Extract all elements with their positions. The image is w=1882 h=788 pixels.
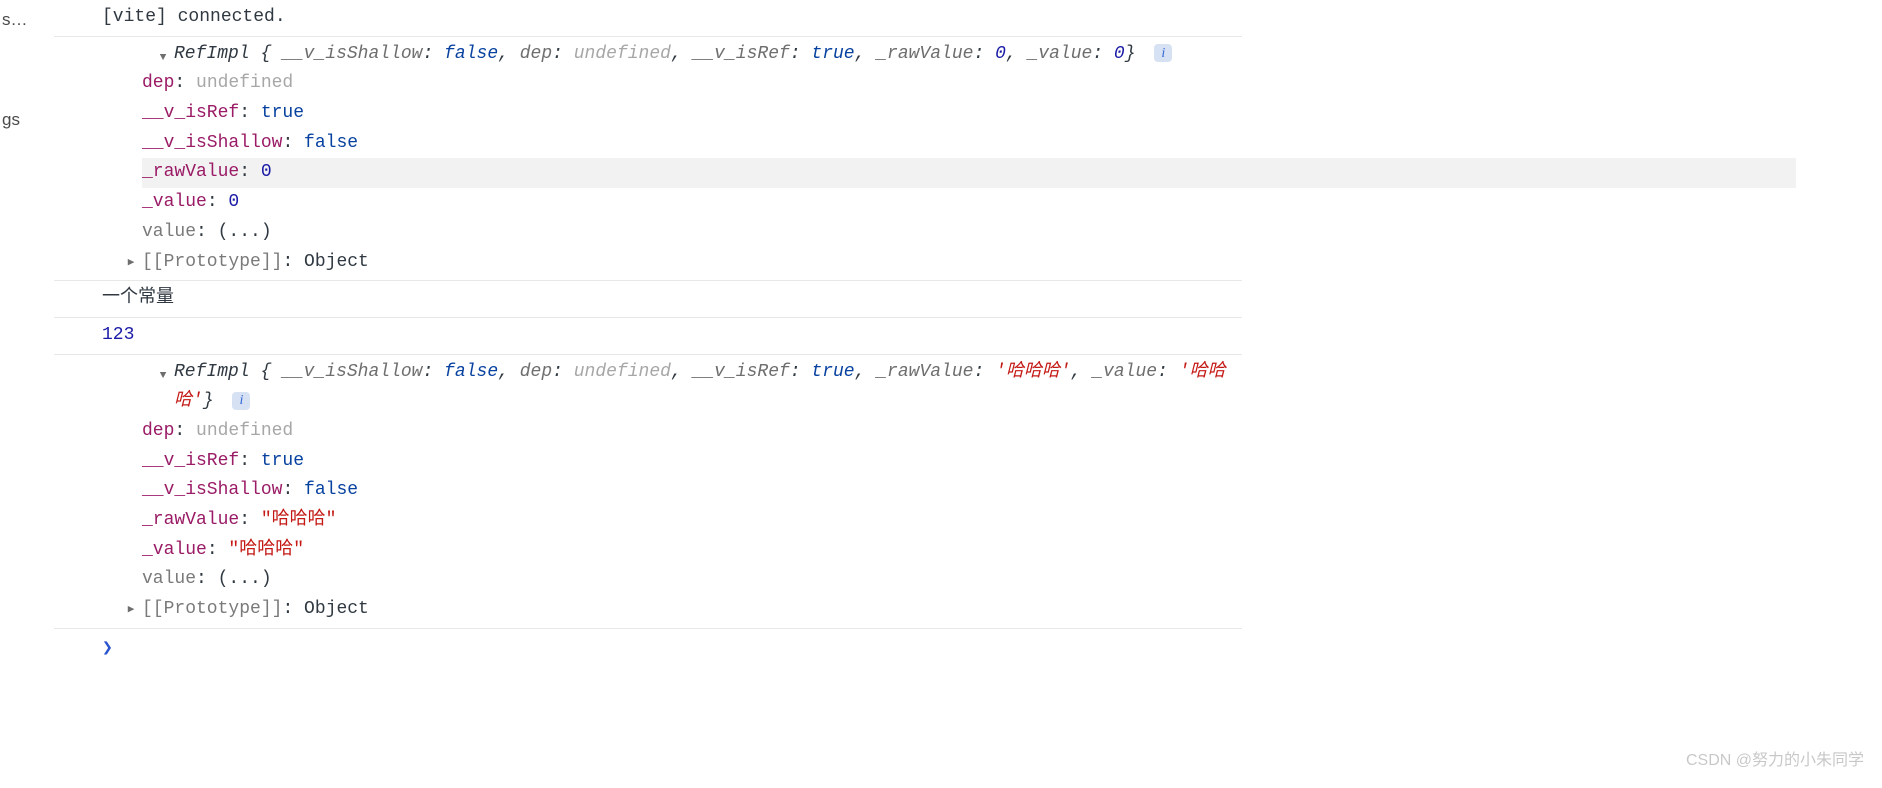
prototype-row[interactable]: [[Prototype]]: Object — [142, 248, 1236, 278]
object-properties: dep: undefined __v_isRef: true __v_isSha… — [102, 69, 1236, 277]
info-icon[interactable]: i — [232, 392, 250, 410]
source-label-2: gs — [0, 104, 54, 136]
property-row[interactable]: dep: undefined — [142, 69, 1236, 99]
log-text: [vite] connected. — [102, 7, 286, 27]
prompt-chevron-icon: ❯ — [102, 639, 113, 659]
property-row[interactable]: __v_isRef: true — [142, 447, 1236, 477]
property-row[interactable]: __v_isShallow: false — [142, 476, 1236, 506]
console-object-row[interactable]: RefImpl { __v_isShallow: false, dep: und… — [54, 36, 1242, 281]
object-class-name: RefImpl — [174, 44, 250, 64]
property-row[interactable]: _value: 0 — [142, 188, 1236, 218]
log-text: 一个常量 — [102, 288, 174, 308]
object-class-name: RefImpl — [174, 362, 250, 382]
brace-open: { — [260, 362, 271, 382]
expand-toggle-icon[interactable] — [156, 49, 170, 67]
console-log-row[interactable]: 123 — [54, 317, 1242, 354]
brace-open: { — [260, 44, 271, 64]
brace-close: } — [1125, 44, 1136, 64]
expand-toggle-icon[interactable] — [124, 601, 138, 619]
console-log-row[interactable]: [vite] connected. — [54, 0, 1242, 36]
log-number: 123 — [102, 325, 134, 345]
property-row[interactable]: __v_isRef: true — [142, 99, 1236, 129]
property-row-getter[interactable]: value: (...) — [142, 218, 1236, 248]
object-summary[interactable]: RefImpl { __v_isShallow: false, dep: und… — [102, 40, 1236, 70]
info-icon[interactable]: i — [1154, 44, 1172, 62]
expand-toggle-icon[interactable] — [156, 367, 170, 385]
property-row[interactable]: dep: undefined — [142, 417, 1236, 447]
property-row[interactable]: _rawValue: "哈哈哈" — [142, 506, 1236, 536]
property-row-getter[interactable]: value: (...) — [142, 565, 1236, 595]
console-log-row[interactable]: 一个常量 — [54, 280, 1242, 317]
object-properties: dep: undefined __v_isRef: true __v_isSha… — [102, 417, 1236, 625]
property-row[interactable]: _rawValue: 0 — [142, 158, 1796, 188]
object-summary[interactable]: RefImpl { __v_isShallow: false, dep: und… — [102, 358, 1236, 417]
console-output: [vite] connected. RefImpl { __v_isShallo… — [54, 0, 1882, 670]
console-object-row[interactable]: RefImpl { __v_isShallow: false, dep: und… — [54, 354, 1242, 628]
devtools-source-column: s… gs — [0, 0, 54, 670]
property-row[interactable]: __v_isShallow: false — [142, 129, 1236, 159]
prototype-row[interactable]: [[Prototype]]: Object — [142, 595, 1236, 625]
expand-toggle-icon[interactable] — [124, 254, 138, 272]
watermark: CSDN @努力的小朱同学 — [1686, 748, 1864, 774]
brace-close: } — [203, 391, 214, 411]
console-prompt-row[interactable]: ❯ — [54, 628, 1242, 671]
source-label-1: s… — [0, 4, 54, 36]
property-row[interactable]: _value: "哈哈哈" — [142, 536, 1236, 566]
